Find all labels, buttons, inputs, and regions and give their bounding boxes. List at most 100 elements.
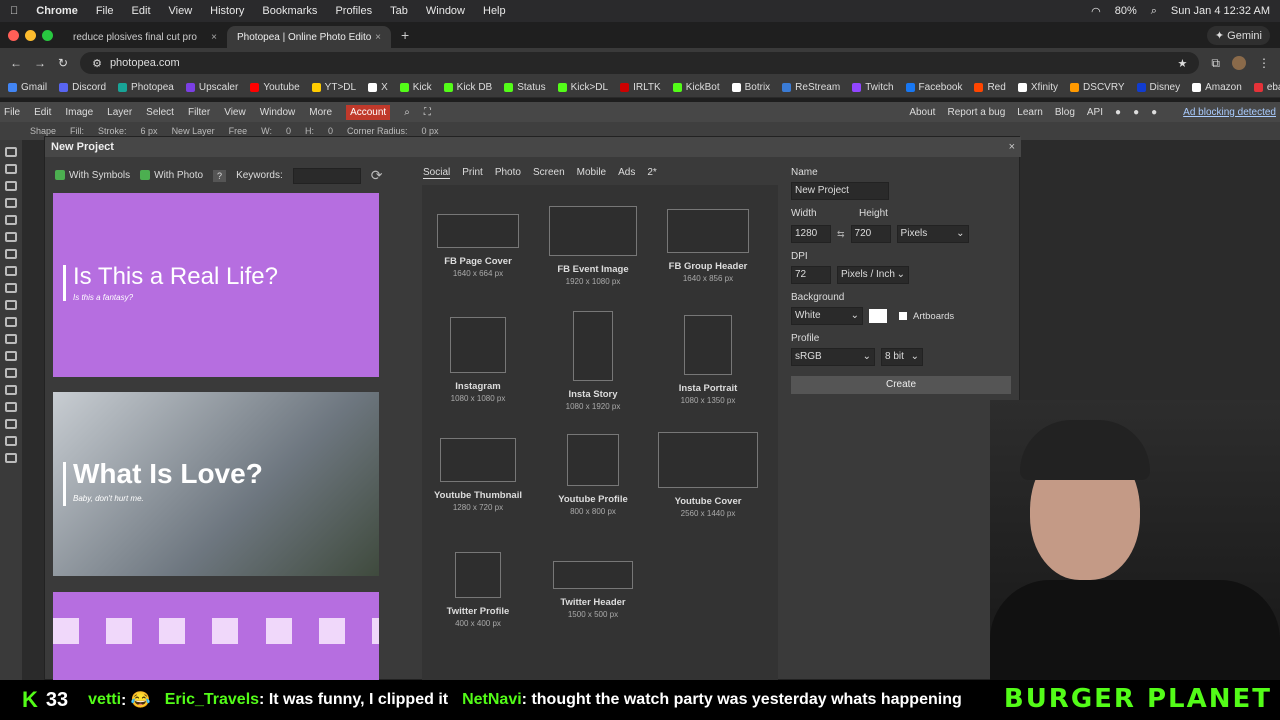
star-icon[interactable]: ★: [1178, 57, 1188, 70]
opt-stroke[interactable]: Stroke:: [98, 126, 127, 136]
bookmark-item[interactable]: Upscaler: [185, 82, 238, 93]
browser-tab-active[interactable]: Photopea | Online Photo Edito ×: [227, 26, 391, 48]
keywords-input[interactable]: [292, 167, 361, 184]
minimize-window-icon[interactable]: [25, 29, 36, 41]
browser-tab[interactable]: reduce plosives final cut pro ×: [63, 26, 227, 48]
pp-menu-filter[interactable]: Filter: [188, 107, 210, 118]
opt-corner-value[interactable]: 0 px: [422, 126, 439, 136]
pp-menu-edit[interactable]: Edit: [34, 107, 51, 118]
template-card[interactable]: [53, 592, 379, 680]
refresh-icon[interactable]: ⟳: [371, 167, 383, 184]
menubar-item[interactable]: History: [210, 5, 244, 17]
apple-icon[interactable]: : [10, 5, 18, 17]
preset-twitter-profile[interactable]: Twitter Profile 400 x 400 px: [418, 552, 538, 628]
close-window-icon[interactable]: [8, 29, 19, 41]
template-card[interactable]: What Is Love? Baby, don't hurt me.: [53, 392, 379, 576]
menubar-item[interactable]: Help: [483, 5, 506, 17]
bookmark-item[interactable]: Status: [504, 82, 546, 93]
bit-depth-select[interactable]: 8 bit ⌄: [881, 348, 923, 366]
bookmark-item[interactable]: Amazon: [1192, 82, 1242, 93]
background-select[interactable]: White ⌄: [791, 307, 863, 325]
tab-print[interactable]: Print: [462, 167, 483, 179]
gradient-tool-icon[interactable]: [5, 317, 17, 327]
tab-more[interactable]: 2*: [647, 167, 656, 179]
about-link[interactable]: About: [909, 107, 935, 118]
clock[interactable]: Sun Jan 4 12:32 AM: [1171, 5, 1270, 17]
pen-tool-icon[interactable]: [5, 385, 17, 395]
bookmark-item[interactable]: KickBot: [672, 82, 720, 93]
menubar-item[interactable]: View: [169, 5, 193, 17]
tab-photo[interactable]: Photo: [495, 167, 521, 179]
template-card[interactable]: Is This a Real Life? Is this a fantasy?: [53, 193, 379, 377]
height-input[interactable]: 720: [850, 225, 891, 243]
report-bug-link[interactable]: Report a bug: [947, 107, 1005, 118]
learn-link[interactable]: Learn: [1017, 107, 1043, 118]
extensions-icon[interactable]: ⧉: [1211, 56, 1220, 71]
menubar-item[interactable]: Profiles: [335, 5, 372, 17]
path-select-tool-icon[interactable]: [5, 402, 17, 412]
unit-select[interactable]: Pixels ⌄: [896, 225, 969, 243]
tab-screen[interactable]: Screen: [533, 167, 565, 179]
reload-icon[interactable]: ↻: [58, 56, 68, 70]
menubar-item[interactable]: Bookmarks: [262, 5, 317, 17]
bookmark-item[interactable]: DSCVRY: [1070, 82, 1125, 93]
zoom-tool-icon[interactable]: [5, 453, 17, 463]
back-icon[interactable]: ←: [10, 56, 22, 70]
dodge-tool-icon[interactable]: [5, 351, 17, 361]
checkbox-icon[interactable]: [55, 170, 65, 181]
help-button[interactable]: ?: [213, 169, 227, 182]
opt-h-value[interactable]: 0: [328, 126, 333, 136]
opt-new-layer[interactable]: New Layer: [172, 126, 215, 136]
bookmark-item[interactable]: YT>DL: [311, 82, 356, 93]
close-icon[interactable]: ×: [1009, 141, 1015, 153]
opt-shape[interactable]: Shape: [30, 126, 56, 136]
brush-tool-icon[interactable]: [5, 266, 17, 276]
preset-fb-event-image[interactable]: FB Event Image 1920 x 1080 px: [533, 206, 653, 286]
account-button[interactable]: Account: [346, 104, 391, 120]
pp-menu-image[interactable]: Image: [65, 107, 93, 118]
pp-menu-select[interactable]: Select: [146, 107, 174, 118]
facebook-icon[interactable]: ●: [1151, 107, 1157, 118]
bookmark-item[interactable]: Gmail: [8, 82, 47, 93]
dpi-input[interactable]: 72: [791, 266, 831, 284]
menubar-app-name[interactable]: Chrome: [36, 5, 78, 17]
type-tool-icon[interactable]: [5, 368, 17, 378]
opt-stroke-width[interactable]: 6 px: [141, 126, 158, 136]
bookmark-item[interactable]: Botrix: [731, 82, 770, 93]
gemini-button[interactable]: ✦ Gemini: [1206, 25, 1270, 45]
tab-mobile[interactable]: Mobile: [577, 167, 606, 179]
reddit-icon[interactable]: ●: [1115, 107, 1121, 118]
opt-fill[interactable]: Fill:: [70, 126, 84, 136]
bookmark-item[interactable]: Kick DB: [443, 82, 492, 93]
move-tool-icon[interactable]: [5, 147, 17, 157]
preset-fb-group-header[interactable]: FB Group Header 1640 x 856 px: [648, 209, 768, 283]
blog-link[interactable]: Blog: [1055, 107, 1075, 118]
healing-tool-icon[interactable]: [5, 249, 17, 259]
bookmark-item[interactable]: Xfinity: [1017, 82, 1058, 93]
url-field[interactable]: ⚙ photopea.com ★: [80, 52, 1200, 74]
preset-instagram[interactable]: Instagram 1080 x 1080 px: [418, 317, 538, 403]
zoom-window-icon[interactable]: [42, 29, 53, 41]
fullscreen-icon[interactable]: ⛶: [424, 107, 431, 118]
eraser-tool-icon[interactable]: [5, 300, 17, 310]
opt-w-value[interactable]: 0: [286, 126, 291, 136]
menubar-item[interactable]: Tab: [390, 5, 408, 17]
create-button[interactable]: Create: [791, 376, 1011, 394]
artboards-checkbox[interactable]: [899, 312, 907, 320]
ad-blocking-notice[interactable]: Ad blocking detected: [1183, 107, 1276, 118]
lasso-tool-icon[interactable]: [5, 181, 17, 191]
search-icon[interactable]: ⌕: [1151, 5, 1157, 18]
menubar-item[interactable]: Window: [426, 5, 465, 17]
bookmark-item[interactable]: ReStream: [782, 82, 840, 93]
pp-menu-layer[interactable]: Layer: [107, 107, 132, 118]
opt-free[interactable]: Free: [229, 126, 248, 136]
with-symbols-checkbox[interactable]: With Symbols: [55, 170, 130, 181]
preset-insta-portrait[interactable]: Insta Portrait 1080 x 1350 px: [648, 315, 768, 405]
stamp-tool-icon[interactable]: [5, 283, 17, 293]
swap-dimensions-icon[interactable]: ⇆: [837, 229, 845, 240]
bookmark-item[interactable]: IRLTK: [620, 82, 661, 93]
bookmark-item[interactable]: Kick>DL: [557, 82, 608, 93]
menu-icon[interactable]: ⋮: [1258, 56, 1270, 70]
checkbox-icon[interactable]: [140, 170, 151, 181]
preset-insta-story[interactable]: Insta Story 1080 x 1920 px: [533, 311, 653, 411]
